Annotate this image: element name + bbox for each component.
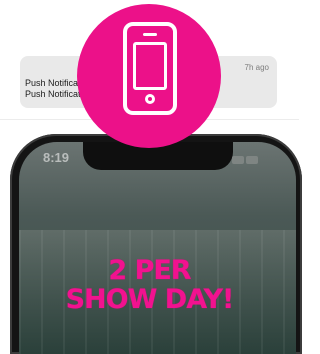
headline-line-2: SHOW DAY! bbox=[65, 284, 235, 315]
phone-frame: 8:19 bbox=[10, 134, 302, 354]
signal-icon bbox=[232, 156, 244, 164]
screen-icon bbox=[133, 42, 167, 90]
headline-line-1: 2 PER bbox=[108, 255, 191, 286]
battery-icon bbox=[246, 156, 258, 164]
status-time: 8:19 bbox=[43, 150, 70, 165]
status-icons bbox=[230, 151, 272, 164]
headline: 2 PER SHOW DAY! bbox=[0, 256, 299, 314]
smartphone-icon bbox=[123, 22, 177, 115]
speaker-icon bbox=[143, 33, 157, 36]
phone-screen: 8:19 bbox=[19, 142, 296, 354]
notification-time: 7h ago bbox=[244, 63, 269, 72]
home-button-icon bbox=[145, 94, 155, 104]
